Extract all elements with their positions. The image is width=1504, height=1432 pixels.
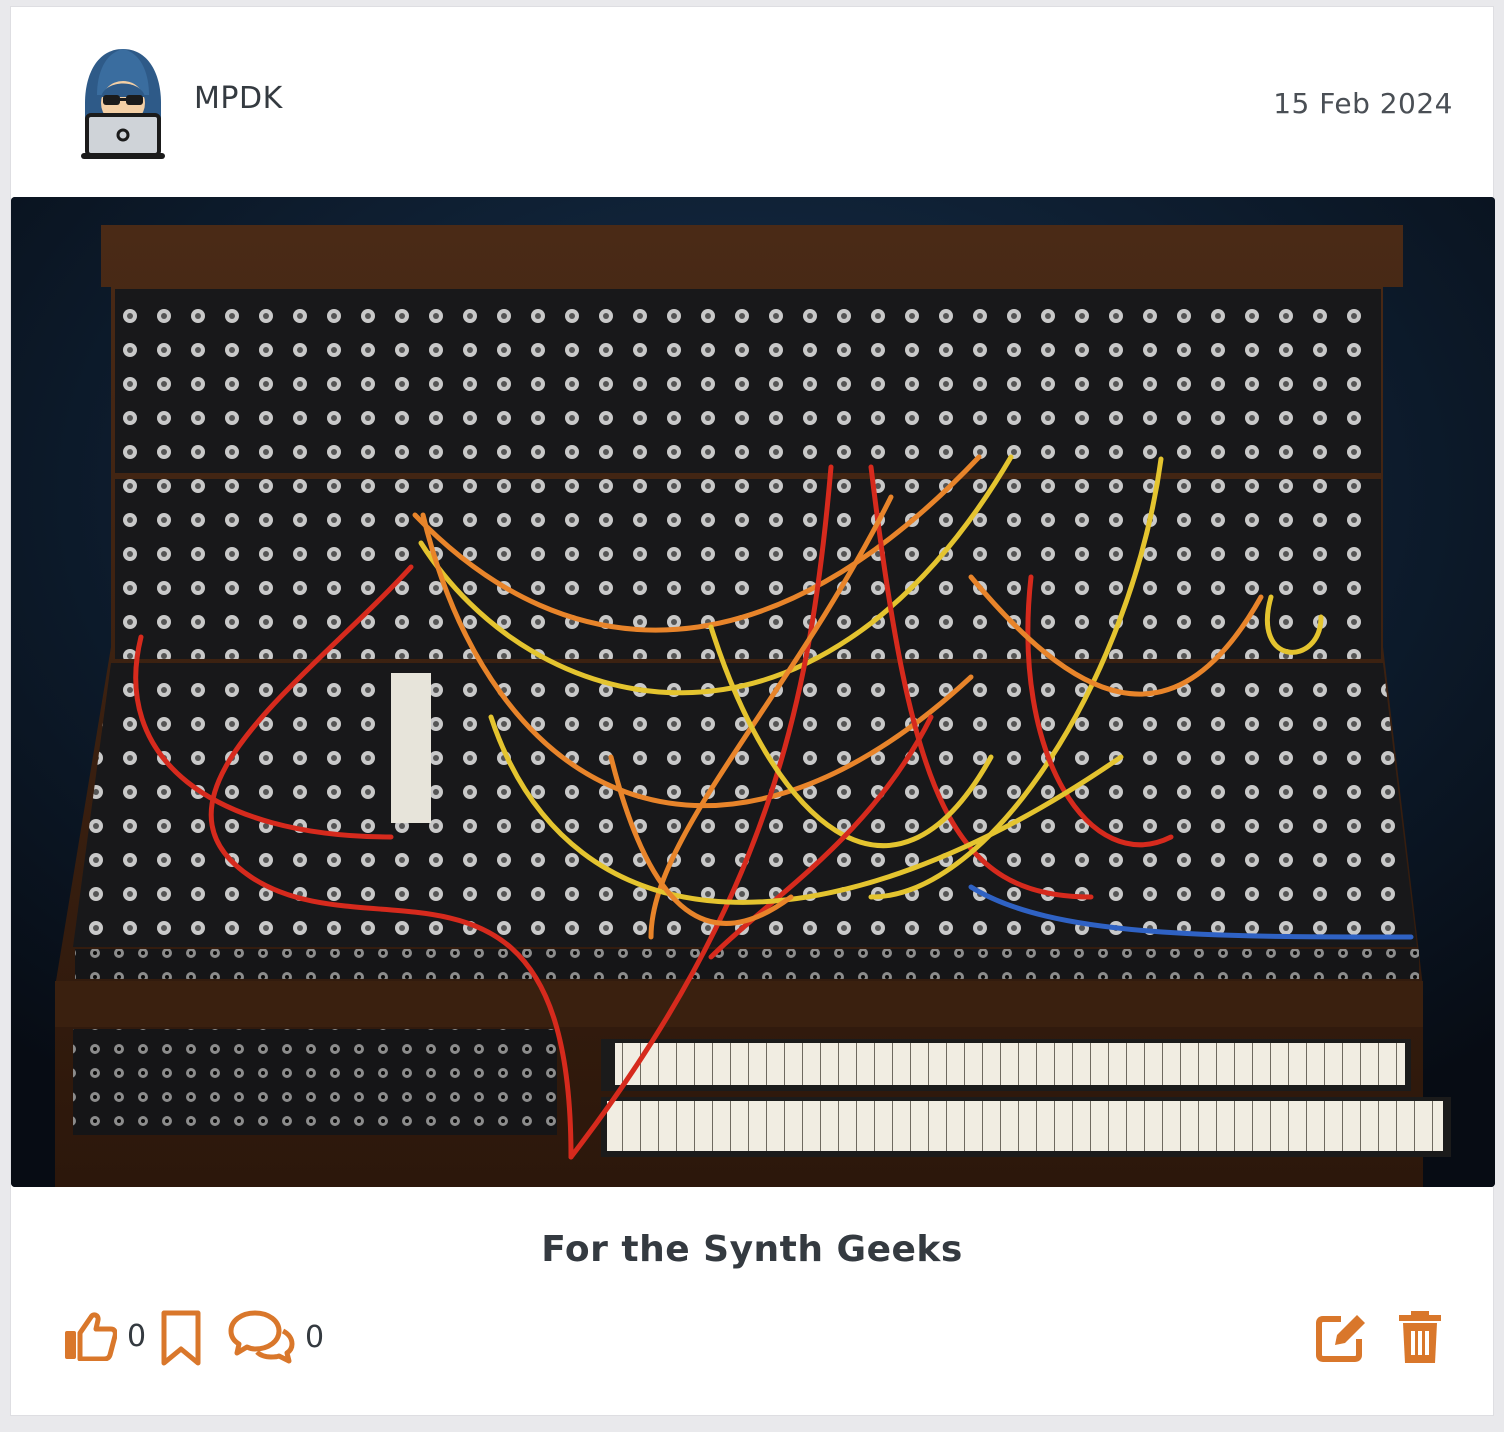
post-date: 15 Feb 2024 [1273,87,1453,120]
comments-button[interactable]: 0 [227,1309,324,1365]
author-name[interactable]: MPDK [194,81,283,116]
post-card: MPDK 15 Feb 2024 For the Synth Geeks 0 0 [10,6,1495,1416]
bookmark-button[interactable] [159,1309,203,1367]
delete-button[interactable] [1397,1309,1443,1365]
trash-icon [1397,1309,1443,1365]
post-header: MPDK 15 Feb 2024 [11,7,1493,197]
post-actions: 0 0 [11,1303,1493,1373]
like-count: 0 [127,1318,147,1354]
comment-count: 0 [305,1319,325,1355]
comments-icon [227,1309,295,1365]
edit-button[interactable] [1315,1309,1367,1363]
hacker-avatar-icon[interactable] [75,45,171,163]
like-button[interactable]: 0 [63,1311,146,1361]
bookmark-icon [159,1309,203,1367]
thumbs-up-icon [63,1311,117,1361]
edit-icon [1315,1309,1367,1363]
post-title: For the Synth Geeks [541,1229,963,1270]
post-image[interactable] [11,197,1495,1187]
